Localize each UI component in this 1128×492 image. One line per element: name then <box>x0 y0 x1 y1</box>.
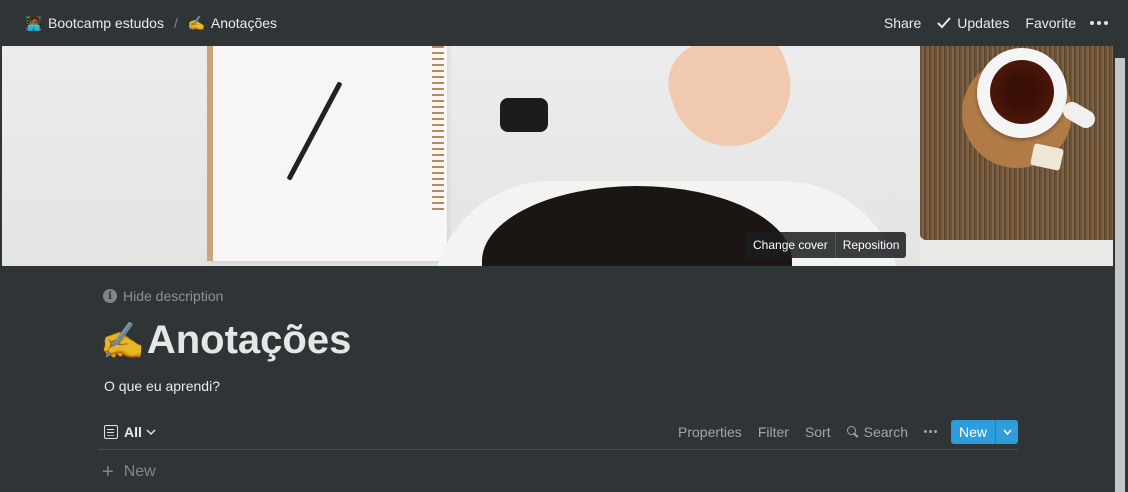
reposition-button[interactable]: Reposition <box>834 232 907 258</box>
change-cover-button[interactable]: Change cover <box>746 232 835 258</box>
hide-description-button[interactable]: i Hide description <box>103 288 223 304</box>
breadcrumb-label: Anotações <box>210 15 278 31</box>
updates-button[interactable]: Updates <box>929 11 1017 35</box>
planner-spiral <box>432 46 444 211</box>
breadcrumb-label: Bootcamp estudos <box>48 15 164 31</box>
watch-image <box>500 98 548 132</box>
checkmark-icon <box>937 17 952 29</box>
breadcrumb-item-anotacoes[interactable]: ✍️ Anotações <box>185 13 280 34</box>
page-title[interactable]: ✍️ Anotações <box>100 318 351 363</box>
info-icon: i <box>103 289 117 303</box>
hide-description-label: Hide description <box>123 288 224 304</box>
new-row-label: New <box>123 463 156 480</box>
new-button[interactable]: New <box>951 420 995 444</box>
cover-controls: Change cover Reposition <box>746 232 907 258</box>
cover-image <box>2 46 1113 266</box>
chevron-down-icon <box>1002 429 1012 435</box>
writing-hand-emoji-icon: ✍️ <box>187 14 206 31</box>
breadcrumb: 👩🏾‍💻 Bootcamp estudos / ✍️ Anotações <box>22 13 280 34</box>
breadcrumb-separator: / <box>173 15 178 31</box>
list-view-icon <box>104 424 118 439</box>
favorite-button[interactable]: Favorite <box>1017 11 1084 35</box>
database-view-bar: All Properties Filter Sort Search New <box>98 414 1018 450</box>
topbar: 👩🏾‍💻 Bootcamp estudos / ✍️ Anotações Sha… <box>0 0 1128 46</box>
sort-button[interactable]: Sort <box>797 420 839 444</box>
new-button-group: New <box>950 419 1018 444</box>
breadcrumb-item-bootcamp[interactable]: 👩🏾‍💻 Bootcamp estudos <box>22 13 167 34</box>
scrollbar-thumb[interactable] <box>1115 58 1125 492</box>
view-selector[interactable]: All <box>98 424 156 440</box>
tea-image <box>990 60 1054 124</box>
view-more-icon[interactable] <box>916 426 945 437</box>
writing-hand-emoji-icon[interactable]: ✍️ <box>100 320 145 362</box>
page-description[interactable]: O que eu aprendi? <box>104 378 220 394</box>
search-icon <box>846 425 859 438</box>
updates-label: Updates <box>957 15 1010 31</box>
plus-icon: + <box>102 461 114 483</box>
filter-button[interactable]: Filter <box>750 420 797 444</box>
properties-button[interactable]: Properties <box>670 420 750 444</box>
view-actions: Properties Filter Sort Search New <box>670 419 1018 444</box>
planner-image <box>207 46 447 261</box>
search-label: Search <box>863 423 908 440</box>
more-options-icon[interactable] <box>1084 15 1114 31</box>
view-name: All <box>124 423 142 440</box>
technologist-emoji-icon: 👩🏾‍💻 <box>25 14 43 31</box>
top-actions: Share Updates Favorite <box>876 11 1114 35</box>
page-title-text: Anotações <box>146 318 352 362</box>
share-button[interactable]: Share <box>876 11 929 35</box>
search-button[interactable]: Search <box>839 420 916 444</box>
add-new-row[interactable]: + New <box>102 462 156 482</box>
new-dropdown-button[interactable] <box>995 419 1018 444</box>
chevron-down-icon <box>146 428 156 435</box>
